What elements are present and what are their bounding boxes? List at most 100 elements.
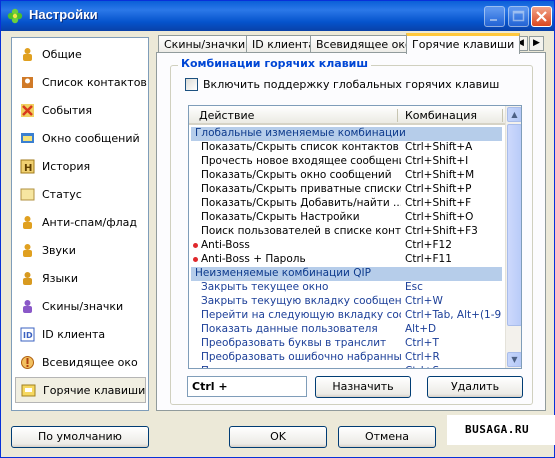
close-button[interactable] (531, 6, 552, 27)
row-action: Преобразовать ошибочно набранны... (201, 351, 401, 363)
status-icon (20, 188, 35, 201)
ok-button[interactable]: OK (229, 426, 327, 448)
sidebar-item-status[interactable]: Статус (15, 182, 146, 208)
sidebar-item-label: Окно сообщений (42, 132, 140, 145)
hotkey-input[interactable]: Ctrl + (187, 376, 307, 397)
sidebar-item-label: Языки (42, 272, 78, 285)
table-row[interactable]: Перейти на следующую вкладку соо... Ctrl+… (191, 309, 502, 323)
table-row[interactable]: Anti-Boss Ctrl+F12 (191, 239, 502, 253)
row-combination: Ctrl+Shift+P (405, 183, 472, 195)
table-row[interactable]: Показать данные пользователя Alt+D (191, 323, 502, 337)
sidebar-item-label: События (42, 104, 93, 117)
tab-strip: Скины/значки ID клиента Всевидящее око Г… (156, 33, 546, 54)
sidebar-item-label: Статус (42, 188, 82, 201)
tab-all-seeing-eye[interactable]: Всевидящее око (310, 35, 418, 53)
list-group-header[interactable]: Глобальные изменяемые комбинации (191, 127, 502, 141)
column-divider[interactable] (502, 109, 503, 122)
table-row[interactable]: Показать/Скрыть приватные списки Ctrl+Shi… (191, 183, 502, 197)
sidebar-item-antispam[interactable]: Анти-спам/флад (15, 210, 146, 236)
sidebar-item-label: ID клиента (42, 328, 106, 341)
scroll-thumb[interactable] (507, 124, 521, 326)
sidebar-item-sounds[interactable]: Звуки (15, 238, 146, 264)
enable-global-hotkeys-checkbox[interactable] (185, 78, 198, 91)
sidebar-item-message-window[interactable]: Окно сообщений (15, 126, 146, 152)
sidebar-item-events[interactable]: События (15, 98, 146, 124)
table-row[interactable]: Показать/Скрыть Настройки Ctrl+Shift+O (191, 211, 502, 225)
row-action: Anti-Boss + Пароль (201, 253, 306, 265)
row-action: Прочесть новое входящее сообщение (201, 155, 401, 167)
row-combination: Ctrl+Shift+F3 (405, 225, 478, 237)
red-dot-icon (193, 243, 198, 248)
row-combination: Ctrl+F12 (405, 239, 452, 251)
table-row[interactable]: Показать/Скрыть Добавить/найти ... Ctrl+S… (191, 197, 502, 211)
row-action: Поиск пользователей в списке конт... (201, 225, 401, 237)
column-divider[interactable] (397, 109, 398, 122)
table-row[interactable]: Показать/Скрыть список контактов Ctrl+Shi… (191, 141, 502, 155)
column-header-combination[interactable]: Комбинация (405, 109, 477, 122)
minimize-button[interactable] (484, 6, 505, 27)
sidebar-item-skins[interactable]: Скины/значки (15, 294, 146, 320)
watermark: BUSAGA.RU (447, 415, 555, 445)
row-action: Преобразовать буквы в транслит (201, 337, 387, 349)
sidebar-item-languages[interactable]: Языки (15, 266, 146, 292)
sidebar-item-history[interactable]: H История (15, 154, 146, 180)
scroll-up-button[interactable]: ▲ (507, 107, 521, 122)
row-action: Перейти на следующую вкладку соо... (201, 309, 401, 321)
table-row[interactable]: Закрыть текущее окно Esc (191, 281, 502, 295)
sidebar-item-hotkeys[interactable]: Горячие клавиши (15, 377, 146, 403)
default-button[interactable]: По умолчанию (11, 426, 149, 448)
window-title: Настройки (29, 7, 98, 22)
message-window-icon (21, 133, 34, 143)
sidebar-item-label: История (42, 160, 91, 173)
table-row[interactable]: Показать/Скрыть окно сообщений Ctrl+Shift… (191, 169, 502, 183)
sidebar-item-all-seeing-eye[interactable]: Всевидящее око (15, 350, 146, 376)
sidebar-item-label: Горячие клавиши (43, 384, 146, 397)
sounds-icon (23, 244, 32, 257)
table-row[interactable]: Поиск пользователей в списке конт... Ctrl… (191, 225, 502, 239)
table-row[interactable]: Прочесть новое входящее сообщение Ctrl+Sh… (191, 155, 502, 169)
table-row[interactable]: Преобразовать буквы в транслит Ctrl+T (191, 337, 502, 351)
sidebar-item-general[interactable]: Общие (15, 42, 146, 68)
cancel-button[interactable]: Отмена (338, 426, 436, 448)
table-row[interactable]: Anti-Boss + Пароль Ctrl+F11 (191, 253, 502, 267)
tab-hotkeys[interactable]: Горячие клавиши (406, 33, 521, 54)
row-combination: Ctrl+F11 (405, 253, 452, 265)
hotkeys-list[interactable]: Действие Комбинация Глобальные изменяемы… (188, 105, 522, 369)
row-combination: Ctrl+T (405, 337, 439, 349)
qip-flower-icon (7, 8, 23, 24)
contacts-icon (22, 77, 33, 88)
maximize-button[interactable] (508, 6, 529, 27)
assign-button[interactable]: Назначить (315, 376, 411, 398)
delete-button[interactable]: Удалить (427, 376, 523, 398)
table-row[interactable]: Преобразовать ошибочно набранны... Ctrl+R (191, 351, 502, 365)
row-combination: Ctrl+Shift+A (405, 141, 473, 153)
title-bar[interactable]: Настройки (1, 1, 554, 31)
antispam-icon (23, 216, 32, 229)
sidebar-item-client-id[interactable]: ID ID клиента (15, 322, 146, 348)
column-header-action[interactable]: Действие (199, 109, 254, 122)
row-action: Anti-Boss (201, 239, 250, 251)
row-action: Показать данные пользователя (201, 323, 378, 335)
sidebar-item-label: Всевидящее око (42, 356, 138, 369)
scroll-down-button[interactable]: ▼ (507, 352, 521, 367)
tab-scroll-right-button[interactable]: ▶ (529, 36, 544, 51)
close-icon (536, 11, 547, 22)
list-vertical-scrollbar[interactable]: ▲ ▼ (505, 106, 521, 368)
list-group-header[interactable]: Неизменяемые комбинации QIP (191, 267, 502, 281)
maximize-icon (512, 10, 525, 22)
enable-global-hotkeys-label[interactable]: Включить поддержку глобальных горячих кл… (203, 78, 499, 91)
list-header: Действие Комбинация (189, 106, 505, 125)
table-row[interactable]: Закрыть текущую вкладку сообщений Ctrl+W (191, 295, 502, 309)
group-title: Комбинации горячих клавиш (178, 57, 372, 70)
row-combination: Ctrl+Shift+F (405, 197, 472, 209)
row-action: Закрыть текущую вкладку сообщений (201, 295, 401, 307)
sidebar-item-contacts[interactable]: Список контактов (15, 70, 147, 96)
row-action: Показать/Скрыть окно сообщений (201, 169, 392, 181)
tab-skins[interactable]: Скины/значки (158, 35, 252, 53)
sidebar-item-label: Общие (42, 48, 82, 61)
svg-text:ID: ID (23, 331, 33, 340)
row-action: Глобальные изменяемые комбинации (195, 127, 406, 139)
row-combination: Esc (405, 281, 423, 293)
history-icon: H (20, 159, 35, 174)
table-row[interactable]: Показать ... Ctrl+S (191, 365, 502, 368)
